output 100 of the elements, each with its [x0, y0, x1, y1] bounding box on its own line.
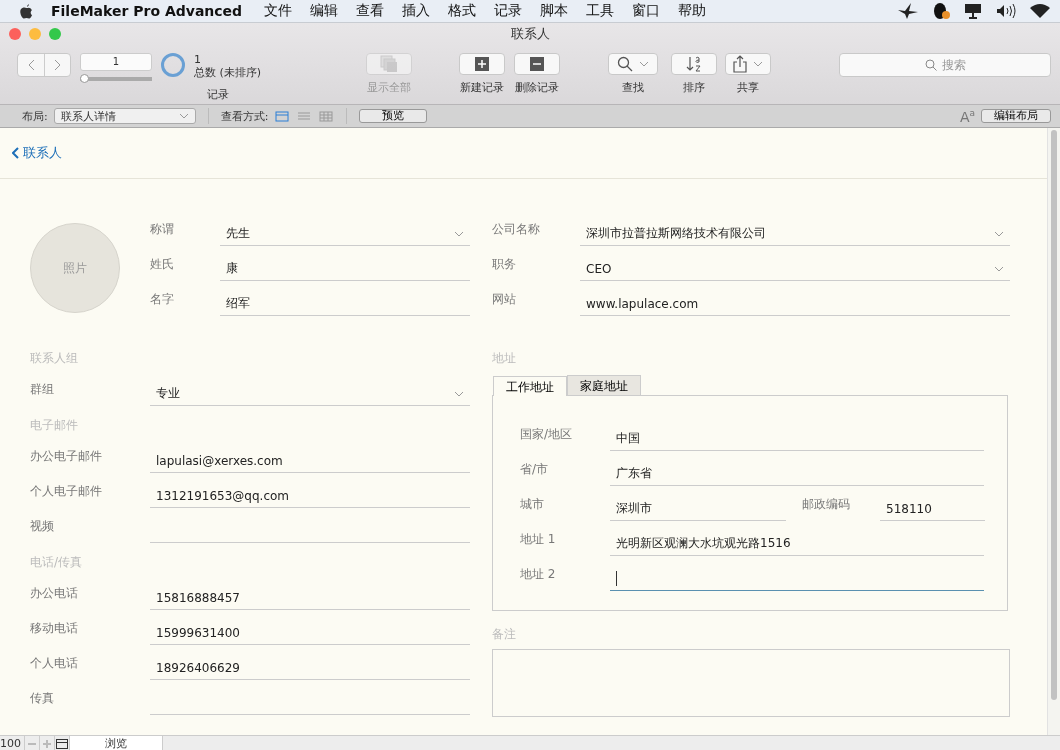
zoom-button[interactable]: [49, 28, 61, 40]
toolbar-label: 排序: [683, 80, 705, 95]
input-field[interactable]: www.lapulace.com: [580, 292, 1010, 316]
view-mode-button[interactable]: [274, 109, 291, 123]
apple-icon[interactable]: [20, 3, 33, 19]
mode-indicator[interactable]: 浏览: [69, 736, 163, 750]
menu-item[interactable]: 文件: [264, 2, 293, 20]
toolbar-button[interactable]: [608, 53, 658, 75]
plus-icon: [42, 738, 52, 749]
input-field[interactable]: 广东省: [610, 462, 984, 486]
chevron-down-icon: [454, 230, 464, 237]
close-button[interactable]: [9, 28, 21, 40]
field-label: 公司名称: [492, 221, 541, 238]
section-heading: 备注: [492, 626, 517, 643]
menu-item[interactable]: 查看: [356, 2, 385, 20]
menu-item[interactable]: 脚本: [540, 2, 569, 20]
chevron-down-icon: [994, 265, 1004, 272]
toolbar-label: 记录: [207, 87, 230, 102]
field-label: 城市: [520, 496, 545, 513]
window-icon: [56, 738, 68, 749]
dropdown-field[interactable]: 专业: [150, 382, 470, 406]
address-tab[interactable]: 工作地址: [493, 376, 567, 396]
dropdown-field[interactable]: 深圳市拉普拉斯网络技术有限公司: [580, 222, 1010, 246]
record-count: 1: [194, 53, 202, 66]
field-label: 邮政编码: [802, 496, 851, 513]
notes-field[interactable]: [492, 649, 1010, 717]
field-label: 国家/地区: [520, 426, 574, 443]
section-heading: 联系人组: [30, 350, 79, 367]
edit-layout-button[interactable]: 编辑布局: [981, 109, 1051, 123]
caret-icon: [178, 113, 189, 119]
input-field[interactable]: 中国: [610, 427, 984, 451]
input-field[interactable]: 光明新区观澜大水坑观光路1516: [610, 532, 984, 556]
menu-item[interactable]: 记录: [494, 2, 523, 20]
chevron-left-icon: [27, 59, 35, 71]
section-heading: 电话/传真: [30, 554, 84, 571]
field-label: 个人电子邮件: [30, 483, 103, 500]
wifi-icon[interactable]: [1030, 4, 1050, 18]
scrollbar-thumb[interactable]: [1051, 130, 1057, 700]
input-field[interactable]: 18926406629: [150, 656, 470, 680]
view-mode-button[interactable]: [296, 109, 313, 123]
input-field[interactable]: lapulasi@xerxes.com: [150, 449, 470, 473]
view-label: 查看方式:: [220, 108, 269, 124]
layout-dropdown[interactable]: 联系人详情: [53, 108, 196, 124]
back-link[interactable]: 联系人: [12, 144, 62, 162]
input-field[interactable]: 康: [220, 257, 470, 281]
record-slider[interactable]: [80, 74, 152, 83]
field-label: 地址 1: [520, 531, 557, 548]
field-label: 传真: [30, 690, 55, 707]
input-field[interactable]: 深圳市: [610, 497, 786, 521]
toolbar-label: 删除记录: [515, 80, 559, 95]
menu-item[interactable]: 工具: [586, 2, 615, 20]
field-label: 网站: [492, 291, 517, 308]
zoom-level[interactable]: 100: [0, 736, 24, 750]
field-label: 称谓: [150, 221, 175, 238]
input-field[interactable]: 1312191653@qq.com: [150, 484, 470, 508]
chevron-down-icon: [994, 230, 1004, 237]
app-menu[interactable]: FileMaker Pro Advanced: [51, 3, 243, 19]
input-field[interactable]: 15816888457: [150, 586, 470, 610]
preview-button[interactable]: 预览: [359, 109, 428, 123]
field-label: 移动电话: [30, 620, 79, 637]
record-status: 总数 (未排序): [194, 66, 262, 79]
stacked-pages-icon: [380, 55, 398, 73]
input-field[interactable]: 15999631400: [150, 621, 470, 645]
menu-item[interactable]: 格式: [448, 2, 477, 20]
toolbar-label: 查找: [622, 80, 644, 95]
field-label: 群组: [30, 381, 55, 398]
menu-item[interactable]: 窗口: [632, 2, 661, 20]
field-label: 省/市: [520, 461, 550, 478]
toolbar-button[interactable]: [459, 53, 505, 75]
input-field[interactable]: 绍军: [220, 292, 470, 316]
address-tab[interactable]: 家庭地址: [567, 375, 641, 395]
zoom-out-button[interactable]: [24, 736, 39, 750]
toolbar-label: 共享: [737, 80, 759, 95]
menu-item[interactable]: 编辑: [310, 2, 339, 20]
section-heading: 地址: [492, 350, 517, 367]
toolbar-button[interactable]: [514, 53, 560, 75]
minimize-button[interactable]: [29, 28, 41, 40]
slider-thumb[interactable]: [80, 74, 89, 83]
toolbar-button[interactable]: [671, 53, 717, 75]
dropdown-field[interactable]: 先生: [220, 222, 470, 246]
caret-icon: [639, 61, 649, 67]
window-title: 联系人: [510, 25, 550, 43]
search-icon: [617, 56, 633, 72]
share-icon: [733, 55, 747, 73]
field-label: 办公电子邮件: [30, 448, 103, 465]
chevron-right-icon: [54, 59, 61, 71]
record-number-field[interactable]: 1: [80, 53, 152, 71]
input-field[interactable]: 518110: [880, 497, 985, 521]
menu-item[interactable]: 帮助: [678, 2, 707, 20]
layout-label: 布局:: [22, 108, 48, 124]
plus-icon: [475, 57, 489, 71]
search-icon: [924, 59, 937, 71]
dropdown-field[interactable]: CEO: [580, 257, 1010, 281]
bird-icon[interactable]: [898, 3, 918, 19]
view-mode-button[interactable]: [318, 109, 335, 123]
volume-icon[interactable]: [996, 4, 1016, 18]
sort-icon: [685, 55, 703, 73]
menu-item[interactable]: 插入: [402, 2, 431, 20]
display-icon[interactable]: [964, 3, 982, 19]
text-cursor: [616, 571, 617, 586]
